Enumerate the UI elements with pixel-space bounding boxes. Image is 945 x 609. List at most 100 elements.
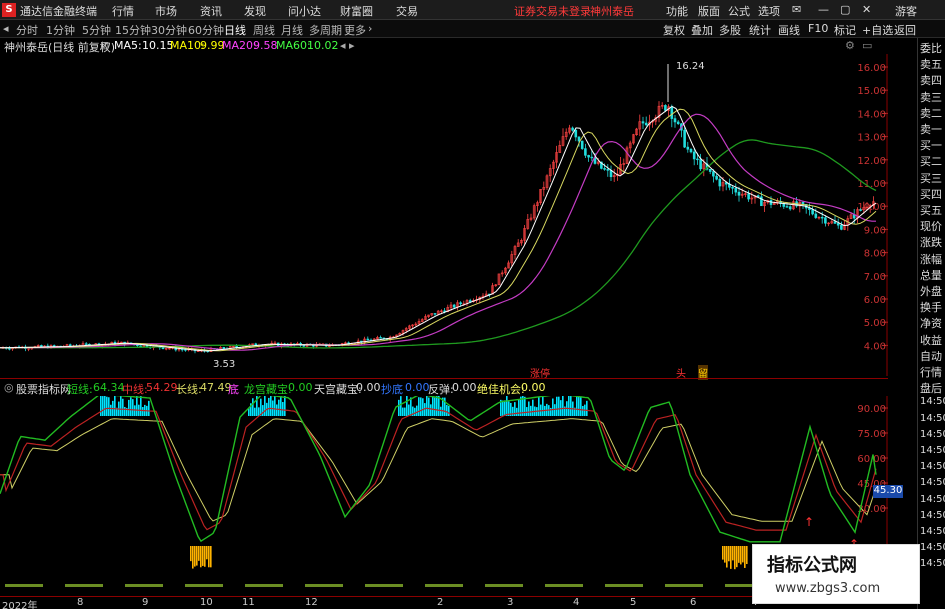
candle-body — [641, 121, 645, 124]
period-daily[interactable]: 日线 — [224, 22, 246, 38]
cyan-bar — [526, 407, 528, 416]
side-item[interactable]: 盘后 — [920, 380, 945, 396]
side-item[interactable]: 行情 — [920, 364, 945, 380]
period-30min[interactable]: 30分钟 — [151, 22, 187, 38]
yellow-bar — [202, 546, 204, 566]
side-item[interactable]: 自动 — [920, 348, 945, 364]
menu-gongshi[interactable]: 公式 — [728, 3, 750, 19]
yellow-bar — [194, 546, 196, 567]
side-item: 净资 — [920, 317, 942, 331]
cyan-bar — [134, 405, 136, 416]
btn-zixuan[interactable]: +自选 — [862, 22, 893, 38]
side-item: 14:50 — [920, 396, 945, 408]
baseline-block — [5, 584, 43, 587]
period-5min[interactable]: 5分钟 — [82, 22, 111, 38]
menu-banmian[interactable]: 版面 — [698, 3, 720, 19]
period-weekly[interactable]: 周线 — [253, 22, 275, 38]
candle-body — [836, 223, 840, 226]
candle-body — [571, 127, 574, 131]
period-1min[interactable]: 1分钟 — [46, 22, 75, 38]
side-item: 14:50 — [920, 461, 945, 473]
menu-faxian[interactable]: 发现 — [244, 3, 266, 19]
cyan-bar — [400, 396, 402, 416]
side-item: 外盘 — [920, 285, 942, 298]
menu-gongneng[interactable]: 功能 — [666, 3, 688, 19]
btn-fuquan[interactable]: 复权 — [663, 22, 685, 38]
side-item: 14:50 — [920, 428, 945, 440]
candle-body — [664, 105, 667, 111]
watermark-box: 指标公式网 www.zbgs3.com — [752, 544, 920, 604]
yellow-bar — [208, 546, 210, 568]
cyan-bar — [280, 396, 282, 416]
more-arrow-icon[interactable]: › — [368, 22, 372, 35]
menu-jiaoyi[interactable]: 交易 — [396, 3, 418, 19]
candle-body — [712, 171, 715, 177]
cyan-bar — [504, 400, 506, 416]
candle-body — [814, 213, 818, 218]
menu-hangqing[interactable]: 行情 — [112, 3, 134, 19]
long-line — [0, 418, 877, 522]
date-label: 5 — [630, 597, 637, 608]
date-label: 2022年 — [2, 601, 38, 609]
candle-body — [379, 337, 382, 339]
cyan-bar — [262, 405, 264, 416]
period-monthly[interactable]: 月线 — [281, 22, 303, 38]
candle-body — [459, 302, 462, 305]
price-tick-label: 4.00 — [864, 341, 886, 352]
yellow-bar — [726, 546, 728, 568]
btn-f10[interactable]: F10 — [808, 22, 828, 35]
btn-tongji[interactable]: 统计 — [749, 22, 771, 38]
indicator-tick-label: 90.00 — [857, 404, 886, 415]
candle-body — [8, 348, 11, 350]
period-60min[interactable]: 60分钟 — [188, 22, 224, 38]
maximize-icon[interactable]: ▢ — [840, 3, 850, 16]
btn-biaoji[interactable]: 标记 — [834, 22, 856, 38]
collapse-icon[interactable]: ⊠ — [100, 39, 109, 52]
price-chart[interactable]: 16.0015.0014.0013.0012.0011.0010.009.008… — [0, 54, 888, 376]
cyan-bar — [408, 404, 410, 416]
close-icon[interactable]: ✕ — [862, 3, 871, 16]
cyan-bar — [568, 396, 570, 416]
indicator-name[interactable]: 股票指标网 — [16, 381, 71, 397]
menu-wenxiaoda[interactable]: 问小达 — [288, 3, 321, 19]
pin-icon[interactable]: ▭ — [862, 39, 872, 52]
side-item: 14:50 — [920, 477, 945, 489]
menu-xuanxiang[interactable]: 选项 — [758, 3, 780, 19]
indicator-menu-icon[interactable]: ◎ — [4, 381, 14, 394]
side-item: 14:50 — [920, 493, 945, 505]
dragon-value: 0.00 — [288, 381, 313, 394]
btn-fanhui[interactable]: 返回 — [894, 22, 916, 38]
menu-caifuquan[interactable]: 财富圈 — [340, 3, 373, 19]
minimize-icon[interactable]: — — [818, 3, 829, 16]
settings-icon[interactable]: ⚙ — [845, 39, 855, 52]
candle-body — [788, 206, 792, 210]
period-more[interactable]: 更多 — [344, 22, 366, 38]
candle-body — [699, 159, 702, 170]
period-15min[interactable]: 15分钟 — [115, 22, 151, 38]
btn-duogu[interactable]: 多股 — [719, 22, 741, 38]
ma-info-bar: 神州泰岳(日线 前复权) ⊠ MA5: 10.15 MA10: 9.99 MA2… — [0, 38, 890, 54]
menu-zixun[interactable]: 资讯 — [200, 3, 222, 19]
period-arrow-icon[interactable]: ◂ — [3, 22, 9, 35]
login-status[interactable]: 证券交易未登录 — [514, 3, 591, 19]
pane-divider[interactable] — [0, 378, 888, 379]
menu-shichang[interactable]: 市场 — [155, 3, 177, 19]
yellow-bar — [196, 546, 198, 566]
cyan-bar — [416, 405, 418, 416]
best-value: 0.00 — [521, 381, 546, 394]
ma5-value: 10.15 — [142, 39, 174, 52]
btn-diejia[interactable]: 叠加 — [691, 22, 713, 38]
period-fenshi[interactable]: 分时 — [16, 22, 38, 38]
info-arrow-icon[interactable]: ◂ ▸ — [340, 39, 355, 52]
btn-huaxian[interactable]: 画线 — [778, 22, 800, 38]
date-label: 11 — [242, 597, 255, 608]
cyan-bar — [114, 396, 116, 416]
yellow-bar — [210, 546, 212, 568]
period-multi[interactable]: 多周期 — [309, 22, 342, 38]
cyan-bar — [278, 399, 280, 416]
cyan-bar — [106, 396, 108, 416]
cyan-bar — [104, 396, 106, 416]
yellow-bar — [192, 546, 194, 569]
menu-youke[interactable]: 游客 — [895, 3, 917, 19]
message-icon[interactable]: ✉ — [792, 3, 801, 16]
